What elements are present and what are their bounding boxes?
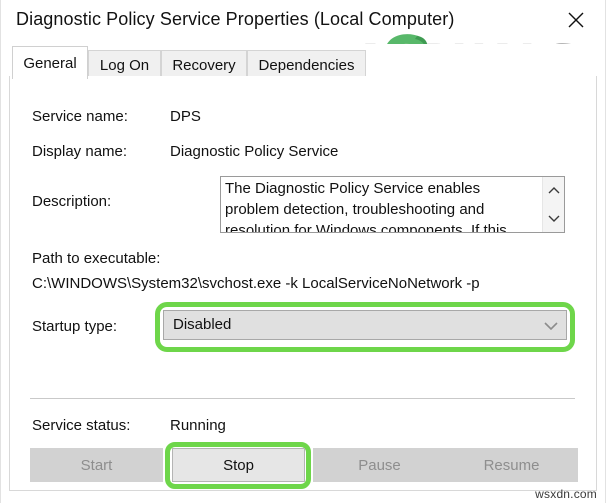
start-button[interactable]: Start	[30, 448, 163, 482]
window-title: Diagnostic Policy Service Properties (Lo…	[16, 9, 455, 29]
service-name-label: Service name:	[32, 108, 128, 125]
service-name-value: DPS	[170, 108, 201, 125]
chevron-down-icon[interactable]	[544, 311, 558, 339]
scroll-up-icon[interactable]	[543, 177, 564, 204]
tab-general-label: General	[23, 54, 77, 72]
description-value: The Diagnostic Policy Service enables pr…	[225, 180, 507, 233]
scroll-down-icon[interactable]	[543, 204, 564, 231]
section-divider	[30, 398, 575, 399]
pause-button-label: Pause	[358, 456, 401, 474]
tab-dependencies-label: Dependencies	[258, 56, 355, 74]
tab-dependencies[interactable]: Dependencies	[247, 50, 366, 79]
tab-log-on[interactable]: Log On	[88, 50, 161, 79]
site-watermark: wsxdn.com	[535, 487, 597, 501]
properties-dialog: Diagnostic Policy Service Properties (Lo…	[0, 0, 606, 503]
tab-recovery[interactable]: Recovery	[161, 50, 247, 79]
path-to-executable-label: Path to executable:	[32, 250, 161, 267]
display-name-value: Diagnostic Policy Service	[170, 143, 339, 160]
path-to-executable-value: C:\WINDOWS\System32\svchost.exe -k Local…	[32, 275, 480, 292]
tab-log-on-label: Log On	[99, 56, 150, 74]
service-control-buttons: Start Stop Pause Resume	[30, 448, 578, 482]
tab-general[interactable]: General	[12, 46, 88, 79]
tab-strip: General Log On Recovery Dependencies	[1, 44, 605, 79]
start-button-label: Start	[80, 456, 113, 474]
resume-button[interactable]: Resume	[445, 448, 578, 482]
description-label: Description:	[32, 193, 112, 210]
stop-button-label: Stop	[223, 456, 254, 474]
description-textbox[interactable]: The Diagnostic Policy Service enables pr…	[220, 176, 565, 233]
close-icon[interactable]	[553, 0, 599, 40]
pause-button[interactable]: Pause	[313, 448, 446, 482]
startup-type-value: Disabled	[173, 316, 232, 333]
description-scrollbar[interactable]	[542, 177, 564, 232]
general-tab-panel: Service name: DPS Display name: Diagnost…	[9, 76, 597, 491]
tab-recovery-label: Recovery	[172, 56, 236, 74]
stop-button[interactable]: Stop	[172, 448, 305, 482]
display-name-label: Display name:	[32, 143, 128, 160]
service-status-value: Running	[170, 417, 226, 434]
startup-type-dropdown[interactable]: Disabled	[163, 310, 567, 340]
service-status-label: Service status:	[32, 417, 131, 434]
title-bar: Diagnostic Policy Service Properties (Lo…	[1, 0, 605, 44]
startup-type-label: Startup type:	[32, 318, 118, 335]
resume-button-label: Resume	[483, 456, 540, 474]
